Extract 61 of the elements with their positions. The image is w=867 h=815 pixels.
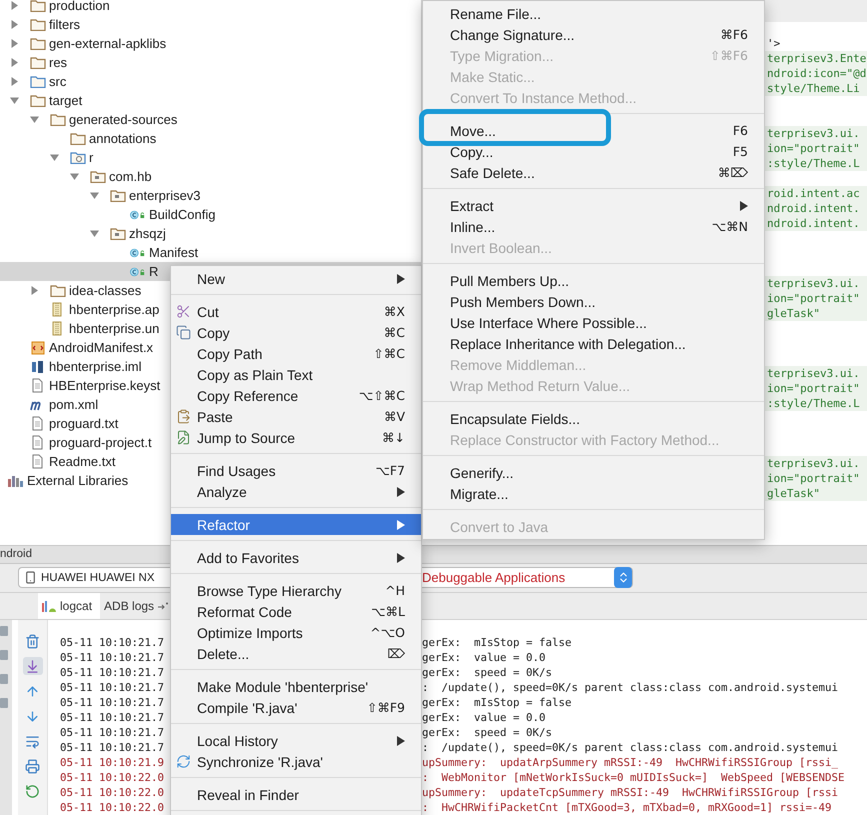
log-timestamp: 05-11 10:10:21.7 bbox=[60, 650, 166, 665]
log-message: gerEx: mIsStop = false bbox=[422, 695, 573, 710]
log-timestamp: 05-11 10:10:21.7 bbox=[60, 665, 166, 680]
shortcut-label: ⌘X bbox=[384, 304, 405, 319]
log-message: upSummery: updateTcpSummery mRSSI:-49 HwCHRWifiRSSIGroup [rssi bbox=[422, 785, 840, 800]
log-timestamp: 05-11 10:10:21.7 bbox=[60, 740, 166, 755]
log-timestamp: 05-11 10:10:21.9 bbox=[60, 755, 166, 770]
shortcut-label: ⌘⌦ bbox=[718, 165, 748, 180]
log-timestamp: 05-11 10:10:21.7 bbox=[60, 695, 166, 710]
code-line: terprisev3.ui. bbox=[767, 277, 860, 290]
log-message: : /update(), speed=0K/s parent class:class com.android.systemui bbox=[422, 680, 840, 695]
log-message: : WebMonitor [mNetWorkIsSuck=0 mUIDIsSuck=] WebSpeed [WEBSENDSE bbox=[422, 770, 845, 785]
log-message: gerEx: value = 0.0 bbox=[422, 650, 547, 665]
log-timestamp: 05-11 10:10:21.7 bbox=[60, 680, 166, 695]
shortcut-label: ⌘F6 bbox=[720, 27, 748, 42]
log-timestamp: 05-11 10:10:22.0 bbox=[60, 785, 166, 800]
shortcut-label: F6 bbox=[732, 123, 748, 138]
code-line: ion="portrait" bbox=[767, 382, 860, 395]
code-line: ion="portrait" bbox=[767, 292, 860, 305]
code-line: style/Theme.Li bbox=[767, 82, 860, 95]
code-line: ndroid.intent. bbox=[767, 202, 860, 215]
shortcut-label: ⌥⇧⌘C bbox=[358, 388, 405, 403]
log-timestamp: 05-11 10:10:21.7 bbox=[60, 635, 166, 650]
code-line: roid.intent.ac bbox=[767, 187, 860, 200]
shortcut-label: ⌥⌘N bbox=[712, 219, 748, 234]
code-line: terprisev3.ui. bbox=[767, 457, 860, 470]
log-timestamp: 05-11 10:10:21.7 bbox=[60, 725, 166, 740]
shortcut-label: ^H bbox=[385, 583, 405, 598]
log-message: : HwCHRWifiPacketCnt [mTXGood=3, mTXbad=0, mRXGood=1] rssi=-49 bbox=[422, 800, 833, 815]
log-message: gerEx: speed = 0K/s bbox=[422, 665, 554, 680]
code-line: terprisev3.ui. bbox=[767, 127, 860, 140]
code-line: gleTask" bbox=[767, 307, 820, 320]
shortcut-label: ^⌥O bbox=[370, 625, 405, 640]
log-message: gerEx: value = 0.0 bbox=[422, 710, 547, 725]
code-line: ion="portrait" bbox=[767, 142, 860, 155]
code-line: terprisev3.ui. bbox=[767, 367, 860, 380]
log-timestamp: 05-11 10:10:22.0 bbox=[60, 800, 166, 815]
shortcut-label: F5 bbox=[732, 144, 748, 159]
shortcut-label: ⌦ bbox=[387, 646, 405, 661]
shortcut-label: ⇧⌘F9 bbox=[366, 700, 405, 715]
code-line: gleTask" bbox=[767, 487, 820, 500]
shortcut-label: ⇧⌘C bbox=[373, 346, 405, 361]
log-timestamp: 05-11 10:10:22.0 bbox=[60, 770, 166, 785]
log-message: upSummery: updatArpSummery mRSSI:-49 HwCHRWifiRSSIGroup [rssi_ bbox=[422, 755, 840, 770]
code-line: :style/Theme.L bbox=[767, 397, 860, 410]
code-line: ndroid.intent. bbox=[767, 217, 860, 230]
shortcut-label: ⌥⌘L bbox=[371, 604, 405, 619]
shortcut-label: ⌥F7 bbox=[375, 463, 405, 478]
code-line: '> bbox=[767, 37, 780, 50]
log-timestamp: 05-11 10:10:21.7 bbox=[60, 710, 166, 725]
code-line: terprisev3.Ente bbox=[767, 52, 866, 65]
shortcut-label: ⌘↓ bbox=[382, 430, 405, 445]
log-message: gerEx: mIsStop = false bbox=[422, 635, 573, 650]
shortcut-label: ⇧⌘F6 bbox=[710, 48, 748, 63]
log-message: : /update(), speed=0K/s parent class:class com.android.systemui bbox=[422, 740, 840, 755]
log-message: gerEx: speed = 0K/s bbox=[422, 725, 554, 740]
code-line: :style/Theme.L bbox=[767, 157, 860, 170]
code-line: ndroid:icon="@d bbox=[767, 67, 866, 80]
code-line: ion="portrait" bbox=[767, 472, 860, 485]
shortcut-label: ⌘V bbox=[384, 409, 405, 424]
shortcut-label: ⌘C bbox=[384, 325, 405, 340]
